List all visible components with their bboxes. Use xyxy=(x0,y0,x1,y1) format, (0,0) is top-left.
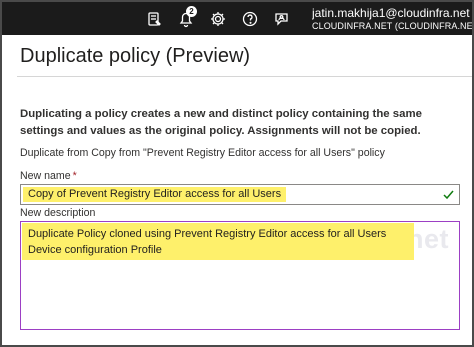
new-description-label: New description xyxy=(20,207,96,219)
new-name-value: Copy of Prevent Registry Editor access f… xyxy=(23,187,287,202)
checkmark-icon xyxy=(442,188,455,201)
top-navigation-bar: 2 jatin.makhija1@cloudinfra.net CLOUDINF… xyxy=(2,2,472,35)
panel-title: Duplicate policy (Preview) xyxy=(20,45,251,67)
notification-count-badge: 2 xyxy=(186,6,197,17)
feedback-icon[interactable] xyxy=(145,10,163,28)
duplicate-policy-window: 2 jatin.makhija1@cloudinfra.net CLOUDINF… xyxy=(0,0,474,347)
duplicate-description: Duplicating a policy creates a new and d… xyxy=(20,108,422,137)
account-menu[interactable]: jatin.makhija1@cloudinfra.net CLOUDINFRA… xyxy=(312,6,472,34)
settings-icon[interactable] xyxy=(209,10,227,28)
duplicate-source-text: Duplicate from Copy from "Prevent Regist… xyxy=(20,147,385,159)
required-marker: * xyxy=(72,170,77,182)
new-name-label-text: New name xyxy=(20,170,71,182)
title-divider xyxy=(17,76,472,77)
account-tenant: CLOUDINFRA.NET (CLOUDINFRA.NET) xyxy=(312,21,472,31)
new-name-label: New name * xyxy=(20,170,77,182)
notification-icon[interactable]: 2 xyxy=(177,6,197,28)
support-icon[interactable] xyxy=(273,10,291,28)
new-description-textarea[interactable]: Cloudinfra.net Duplicate Policy cloned u… xyxy=(20,221,460,330)
new-name-input[interactable]: Copy of Prevent Registry Editor access f… xyxy=(20,184,460,205)
account-name: jatin.makhija1@cloudinfra.net xyxy=(312,6,470,20)
new-description-value: Duplicate Policy cloned using Prevent Re… xyxy=(28,228,387,256)
help-icon[interactable] xyxy=(241,10,259,28)
